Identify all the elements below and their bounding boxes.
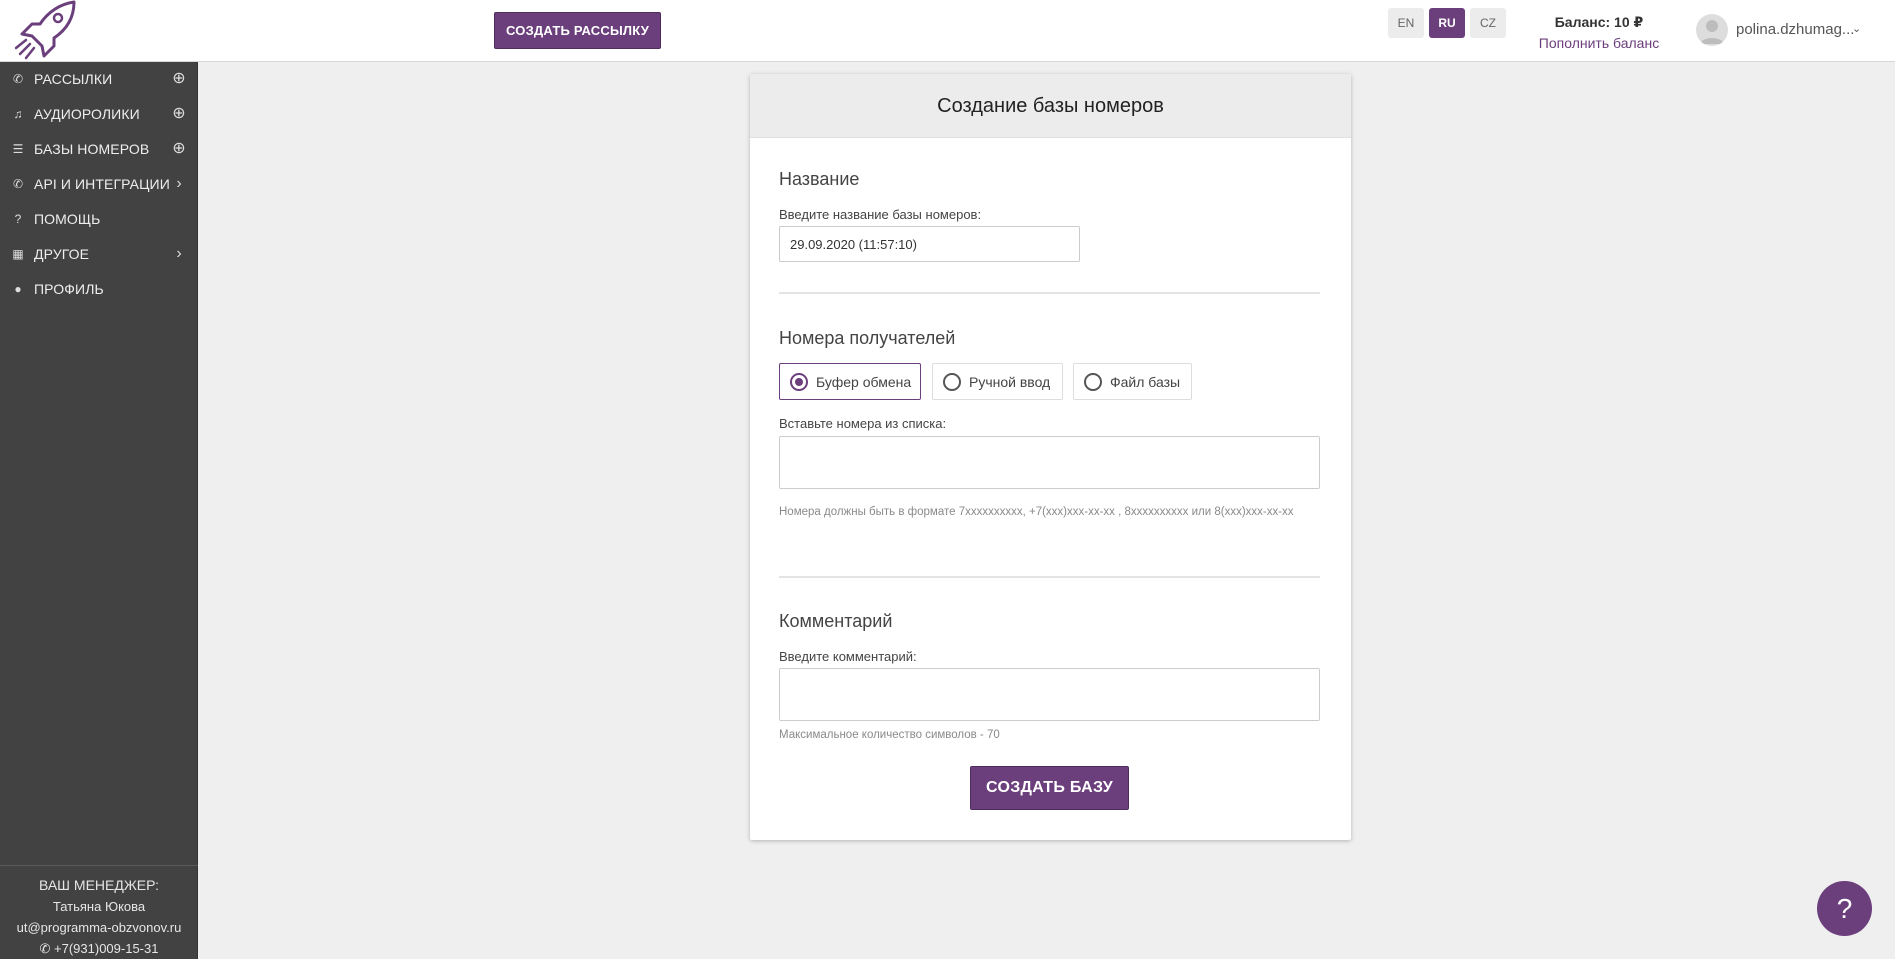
sidebar-item-label: РАССЫЛКИ bbox=[34, 71, 113, 87]
sidebar-item-other[interactable]: ▦ ДРУГОЕ › bbox=[0, 237, 198, 272]
apps-grid-icon: ▦ bbox=[12, 247, 24, 261]
comment-section-title: Комментарий bbox=[779, 611, 893, 631]
numbers-textarea[interactable] bbox=[779, 436, 1320, 489]
chevron-right-icon: › bbox=[176, 175, 182, 192]
option-label: Файл базы bbox=[1110, 374, 1181, 390]
paste-field-label: Вставьте номера из списка: bbox=[779, 416, 947, 431]
option-manual-input[interactable]: Ручной ввод bbox=[932, 363, 1063, 400]
audio-icon: ♫ bbox=[13, 107, 23, 121]
divider bbox=[779, 292, 1320, 294]
sidebar-item-label: ДРУГОЕ bbox=[34, 246, 90, 262]
format-hint: Номера должны быть в формате 7xxxxxxxxxx… bbox=[779, 506, 1294, 518]
radio-selected-icon bbox=[790, 373, 808, 391]
person-icon: ● bbox=[14, 282, 22, 296]
balance-text: Баланс: 10 ₽ bbox=[1554, 14, 1644, 30]
radio-unselected-icon bbox=[1084, 373, 1102, 391]
name-field-label: Введите название базы номеров: bbox=[779, 207, 982, 222]
lang-ru-button[interactable]: RU bbox=[1429, 8, 1465, 38]
option-label: Ручной ввод bbox=[969, 374, 1051, 390]
manager-block: ВАШ МЕНЕДЖЕР: Татьяна Юкова ut@programma… bbox=[0, 865, 198, 959]
manager-phone-number: +7(931)009-15-31 bbox=[54, 941, 159, 956]
sidebar-item-audio[interactable]: ♫ АУДИОРОЛИКИ ⊕ bbox=[0, 97, 198, 132]
manager-phone[interactable]: ✆ +7(931)009-15-31 bbox=[0, 941, 198, 957]
phone-icon: ✆ bbox=[39, 941, 51, 956]
create-mailing-button[interactable]: СОЗДАТЬ РАССЫЛКУ bbox=[494, 12, 661, 49]
username[interactable]: polina.dzhumag... bbox=[1736, 21, 1854, 38]
comment-hint: Максимальное количество символов - 70 bbox=[779, 729, 1000, 741]
manager-title: ВАШ МЕНЕДЖЕР: bbox=[38, 877, 160, 893]
sidebar-item-mailings[interactable]: ✆ РАССЫЛКИ ⊕ bbox=[0, 62, 198, 97]
comment-textarea[interactable] bbox=[779, 668, 1320, 721]
database-icon: ☰ bbox=[12, 142, 24, 156]
lang-cz-button[interactable]: CZ bbox=[1470, 8, 1506, 38]
chevron-right-icon: › bbox=[176, 245, 182, 262]
sidebar-item-label: ПОМОЩЬ bbox=[34, 211, 101, 227]
user-avatar-icon bbox=[1700, 20, 1724, 44]
option-label: Буфер обмена bbox=[816, 374, 912, 390]
topup-balance-link[interactable]: Пополнить баланс bbox=[1532, 35, 1666, 51]
sidebar-item-label: БАЗЫ НОМЕРОВ bbox=[34, 141, 150, 157]
help-fab-button[interactable]: ? bbox=[1817, 881, 1872, 936]
add-circle-icon[interactable]: ⊕ bbox=[170, 141, 188, 159]
option-clipboard[interactable]: Буфер обмена bbox=[779, 363, 921, 400]
option-database-file[interactable]: Файл базы bbox=[1073, 363, 1192, 400]
comment-field-label: Введите комментарий: bbox=[779, 649, 917, 664]
name-section-title: Название bbox=[779, 169, 860, 189]
radio-unselected-icon bbox=[943, 373, 961, 391]
rocket-logo-icon[interactable] bbox=[14, 0, 78, 60]
sidebar-item-label: ПРОФИЛЬ bbox=[34, 281, 104, 297]
chevron-down-icon[interactable]: ⌄ bbox=[1852, 22, 1861, 35]
phone-forward-icon: ✆ bbox=[12, 177, 24, 191]
page-title: Создание базы номеров bbox=[937, 95, 1164, 117]
lang-en-button[interactable]: EN bbox=[1388, 8, 1424, 38]
sidebar-item-profile[interactable]: ● ПРОФИЛЬ bbox=[0, 272, 198, 307]
sidebar-item-databases[interactable]: ☰ БАЗЫ НОМЕРОВ ⊕ bbox=[0, 132, 198, 167]
avatar[interactable] bbox=[1696, 14, 1728, 46]
sidebar-item-label: API И ИНТЕГРАЦИИ bbox=[34, 176, 170, 192]
sidebar-item-api[interactable]: ✆ API И ИНТЕГРАЦИИ › bbox=[0, 167, 198, 202]
create-database-button[interactable]: СОЗДАТЬ БАЗУ bbox=[970, 766, 1129, 810]
top-header: СОЗДАТЬ РАССЫЛКУ EN RU CZ Баланс: 10 ₽ П… bbox=[0, 0, 1895, 62]
database-name-input[interactable] bbox=[779, 226, 1080, 262]
recipients-section-title: Номера получателей bbox=[779, 328, 956, 348]
phone-icon: ✆ bbox=[12, 72, 24, 86]
create-database-card: Создание базы номеров Название Введите н… bbox=[750, 74, 1351, 840]
sidebar-item-help[interactable]: ? ПОМОЩЬ bbox=[0, 202, 198, 237]
add-circle-icon[interactable]: ⊕ bbox=[170, 106, 188, 124]
add-circle-icon[interactable]: ⊕ bbox=[170, 71, 188, 89]
divider bbox=[779, 576, 1320, 578]
question-icon: ? bbox=[14, 212, 22, 226]
manager-email[interactable]: ut@programma-obzvonov.ru bbox=[0, 920, 198, 935]
manager-name: Татьяна Юкова bbox=[52, 899, 146, 914]
sidebar: ✆ РАССЫЛКИ ⊕ ♫ АУДИОРОЛИКИ ⊕ ☰ БАЗЫ НОМЕ… bbox=[0, 62, 198, 959]
card-header: Создание базы номеров bbox=[750, 74, 1351, 138]
sidebar-item-label: АУДИОРОЛИКИ bbox=[34, 106, 140, 122]
